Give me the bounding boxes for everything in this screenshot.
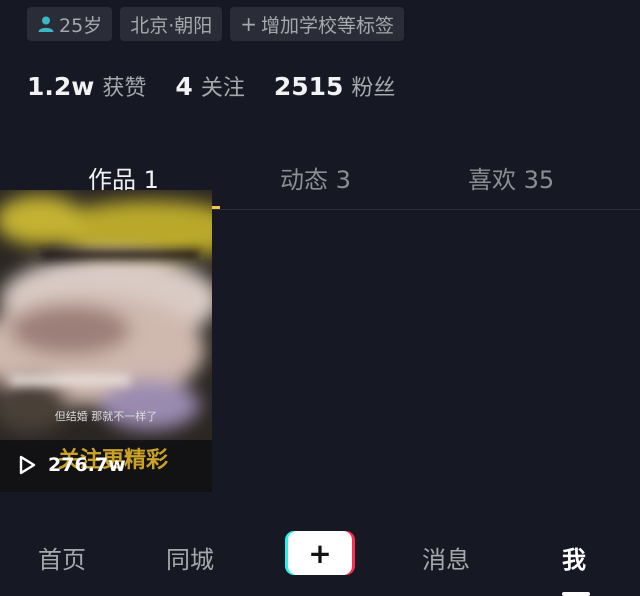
- person-icon: [38, 16, 54, 32]
- view-count: 276.7w: [48, 454, 126, 476]
- nav-me[interactable]: 我: [562, 540, 586, 575]
- create-button[interactable]: +: [285, 531, 355, 575]
- video-thumbnail[interactable]: 但结婚 那就不一样了 关注更精彩 276.7w: [0, 190, 212, 492]
- add-tag-button[interactable]: + 增加学校等标签: [230, 7, 405, 41]
- following-label: 关注: [200, 76, 245, 101]
- plus-icon: +: [240, 12, 257, 36]
- plus-icon: +: [288, 531, 352, 575]
- nav-home[interactable]: 首页: [38, 540, 86, 575]
- likes-stat[interactable]: 1.2w 获赞: [27, 70, 146, 102]
- following-stat[interactable]: 4 关注: [175, 70, 244, 102]
- bottom-nav: 首页 同城 + 消息 我: [0, 518, 640, 596]
- video-subtitle: 但结婚 那就不一样了: [54, 410, 158, 423]
- followers-count: 2515: [273, 72, 344, 101]
- followers-stat[interactable]: 2515 粉丝: [274, 70, 396, 102]
- play-icon: [19, 455, 36, 475]
- followers-label: 粉丝: [351, 76, 396, 101]
- tab-likes[interactable]: 喜欢 35: [468, 160, 554, 195]
- following-count: 4: [175, 72, 193, 101]
- location-tag-label: 北京·朝阳: [130, 14, 213, 37]
- location-tag: 北京·朝阳: [120, 7, 223, 41]
- likes-count: 1.2w: [27, 72, 95, 101]
- profile-tags: 25岁 北京·朝阳 + 增加学校等标签: [27, 7, 405, 41]
- add-tag-label: 增加学校等标签: [261, 14, 395, 37]
- tab-moments[interactable]: 动态 3: [280, 160, 351, 195]
- age-tag: 25岁: [27, 7, 113, 41]
- nav-messages[interactable]: 消息: [422, 540, 470, 575]
- nav-nearby[interactable]: 同城: [166, 540, 214, 575]
- likes-label: 获赞: [102, 76, 147, 101]
- profile-stats: 1.2w 获赞 4 关注 2515 粉丝: [27, 70, 424, 102]
- age-tag-label: 25岁: [59, 14, 103, 37]
- active-nav-indicator: [562, 592, 590, 596]
